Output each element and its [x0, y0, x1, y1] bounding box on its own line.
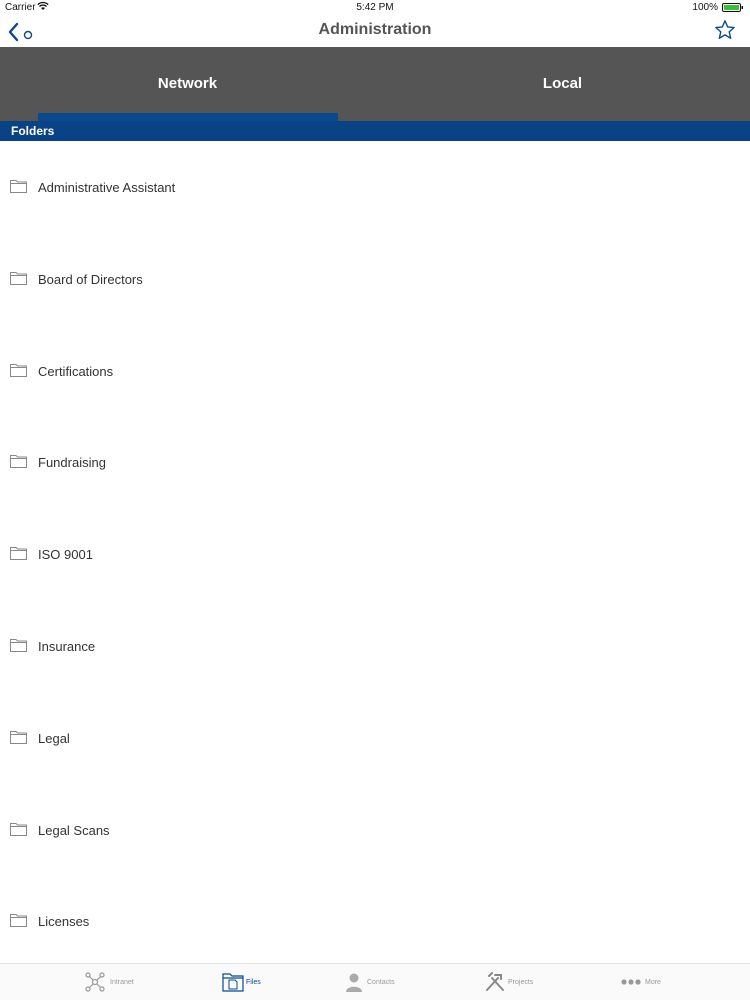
section-title: Folders: [11, 124, 55, 138]
tab-network-label: Network: [157, 75, 218, 92]
folder-icon: [10, 271, 27, 285]
tab-contacts[interactable]: Contacts: [300, 964, 450, 1000]
bottom-tab-bar: Intranet Files Contacts Projects More: [0, 963, 750, 1000]
tab-local-label: Local: [542, 75, 583, 92]
folder-name: Licenses: [38, 914, 90, 930]
folder-icon: [10, 363, 27, 377]
files-icon: [222, 973, 244, 992]
network-icon: [85, 972, 105, 992]
folder-icon: [10, 455, 27, 469]
folder-icon: [10, 822, 27, 836]
battery-percent: 100%: [692, 2, 718, 13]
folder-item[interactable]: Legal Scans: [0, 784, 750, 876]
folder-icon: [10, 730, 27, 744]
folder-item[interactable]: Certifications: [0, 325, 750, 417]
folder-item[interactable]: Administrative Assistant: [0, 141, 750, 233]
navigation-bar: Administration: [0, 16, 750, 47]
folder-item[interactable]: ISO 9001: [0, 508, 750, 600]
tab-files-label: Files: [246, 979, 261, 986]
favorite-button[interactable]: [714, 19, 736, 41]
source-tabs: Network Local: [0, 47, 750, 121]
tab-local[interactable]: Local: [375, 47, 750, 121]
folder-name: ISO 9001: [38, 547, 93, 563]
clock: 5:42 PM: [356, 2, 394, 13]
folder-icon: [10, 547, 27, 561]
star-icon: [715, 20, 735, 39]
page-title: Administration: [318, 21, 432, 38]
tab-files[interactable]: Files: [150, 964, 300, 1000]
tools-icon: [486, 972, 504, 991]
folder-name: Administrative Assistant: [38, 180, 176, 195]
folder-item[interactable]: Fundraising: [0, 416, 750, 508]
tab-intranet-label: Intranet: [110, 979, 134, 986]
folder-list: Administrative Assistant Board of Direct…: [0, 141, 750, 967]
tab-intranet[interactable]: Intranet: [0, 964, 150, 1000]
tab-network[interactable]: Network: [0, 47, 375, 121]
folder-item[interactable]: Legal: [0, 692, 750, 784]
more-icon: [621, 979, 641, 985]
tab-selection-indicator: [38, 113, 338, 121]
person-icon: [346, 973, 362, 992]
folder-icon: [10, 180, 27, 193]
status-bar: Carrier 5:42 PM 100%: [0, 0, 750, 16]
folder-name: Legal Scans: [38, 822, 110, 838]
battery-icon: [722, 3, 743, 12]
folder-name: Certifications: [38, 363, 114, 379]
tab-projects-label: Projects: [508, 979, 534, 986]
tab-projects[interactable]: Projects: [450, 964, 600, 1000]
folder-item[interactable]: Licenses: [0, 875, 750, 967]
tab-contacts-label: Contacts: [367, 979, 395, 986]
folder-item[interactable]: Board of Directors: [0, 233, 750, 325]
folder-icon: [10, 638, 27, 652]
folder-item[interactable]: Insurance: [0, 600, 750, 692]
folder-name: Legal: [38, 730, 70, 746]
folder-name: Insurance: [38, 638, 96, 654]
folder-icon: [10, 914, 27, 928]
section-header: Folders: [0, 121, 750, 141]
folder-name: Board of Directors: [38, 271, 143, 287]
tab-more-label: More: [645, 979, 661, 986]
folder-name: Fundraising: [38, 455, 106, 471]
tab-more[interactable]: More: [600, 964, 750, 1000]
